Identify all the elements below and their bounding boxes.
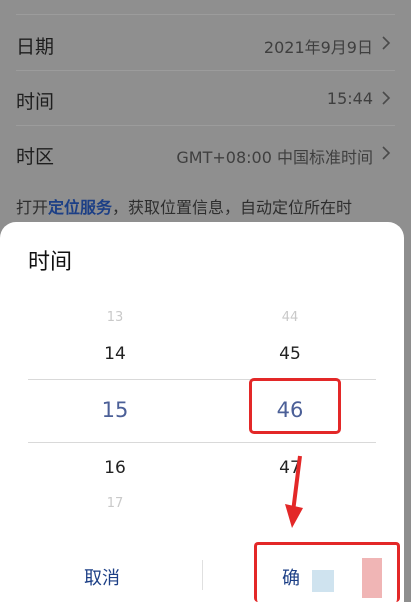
date-label: 日期 bbox=[16, 36, 55, 58]
time-value: 15:44 bbox=[326, 89, 373, 108]
date-row[interactable]: 日期 2021年9月9日 bbox=[0, 16, 411, 70]
location-service-link[interactable]: 定位服务 bbox=[48, 198, 112, 217]
arrow-down-icon bbox=[285, 455, 303, 528]
button-divider bbox=[202, 560, 203, 590]
info-prefix: 打开 bbox=[16, 198, 49, 217]
time-picker-sheet: 时间 13 14 15 16 17 44 45 46 47 取消 确 bbox=[0, 222, 404, 602]
hour-option[interactable]: 17 bbox=[85, 496, 145, 511]
hour-option[interactable]: 16 bbox=[85, 458, 145, 478]
selection-bottom-line bbox=[28, 442, 376, 443]
divider bbox=[16, 14, 395, 15]
location-info-text: 打开定位服务，获取位置信息，自动定位所在时 bbox=[16, 194, 396, 218]
chevron-right-icon bbox=[382, 91, 391, 105]
timezone-label: 时区 bbox=[16, 146, 55, 168]
timezone-value: GMT+08:00 中国标准时间 bbox=[176, 148, 373, 167]
cancel-button[interactable]: 取消 bbox=[84, 564, 120, 590]
settings-page: 日期 2021年9月9日 时间 15:44 时区 GMT+08:00 中国标准时… bbox=[0, 0, 411, 240]
blur-patch bbox=[312, 570, 334, 592]
hour-selected[interactable]: 15 bbox=[85, 398, 145, 422]
date-value: 2021年9月9日 bbox=[263, 38, 373, 57]
hour-option[interactable]: 14 bbox=[85, 344, 145, 364]
info-suffix: ，获取位置信息，自动定位所在时 bbox=[112, 198, 353, 217]
minute-highlight-box bbox=[249, 378, 341, 434]
timezone-row[interactable]: 时区 GMT+08:00 中国标准时间 bbox=[0, 126, 411, 180]
minute-option[interactable]: 44 bbox=[260, 310, 320, 325]
minute-option[interactable]: 45 bbox=[260, 344, 320, 364]
chevron-right-icon bbox=[382, 146, 391, 160]
picker-title: 时间 bbox=[28, 250, 73, 275]
time-row[interactable]: 时间 15:44 bbox=[0, 71, 411, 125]
blur-patch bbox=[362, 558, 382, 598]
time-label: 时间 bbox=[16, 91, 55, 113]
hour-option[interactable]: 13 bbox=[85, 310, 145, 325]
chevron-right-icon bbox=[382, 36, 391, 50]
